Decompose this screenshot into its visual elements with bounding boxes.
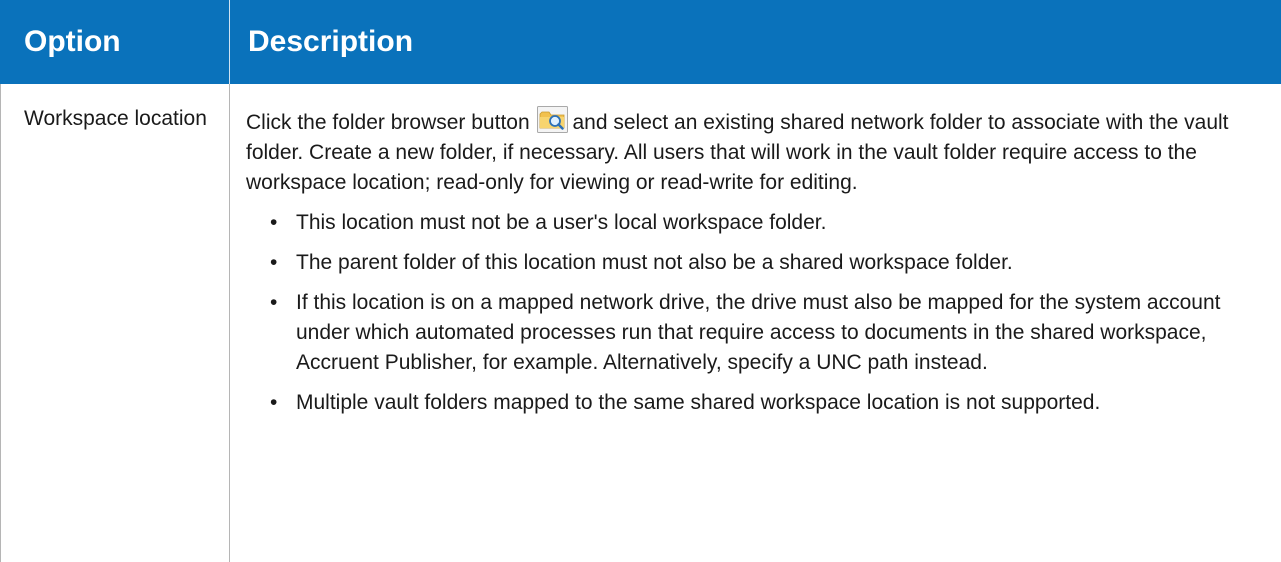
table-border-left: [0, 84, 1, 562]
column-header-description: Description: [248, 25, 414, 58]
description-intro: Click the folder browser button and sele…: [246, 106, 1266, 198]
folder-browser-icon[interactable]: [537, 106, 569, 133]
column-divider: [229, 84, 230, 562]
options-table: Option Description Workspace location Cl…: [0, 0, 1281, 562]
list-item: Multiple vault folders mapped to the sam…: [246, 388, 1266, 418]
header-divider: [229, 0, 230, 84]
list-item: The parent folder of this location must …: [246, 248, 1266, 278]
requirements-list: This location must not be a user's local…: [246, 208, 1266, 418]
table-header: Option Description: [0, 0, 1281, 84]
column-header-option: Option: [24, 25, 121, 58]
description-cell: Click the folder browser button and sele…: [246, 106, 1266, 428]
list-item: This location must not be a user's local…: [246, 208, 1266, 238]
option-cell-workspace-location: Workspace location: [24, 107, 207, 130]
intro-text-before-icon: Click the folder browser button: [246, 111, 530, 134]
list-item: If this location is on a mapped network …: [246, 288, 1266, 378]
